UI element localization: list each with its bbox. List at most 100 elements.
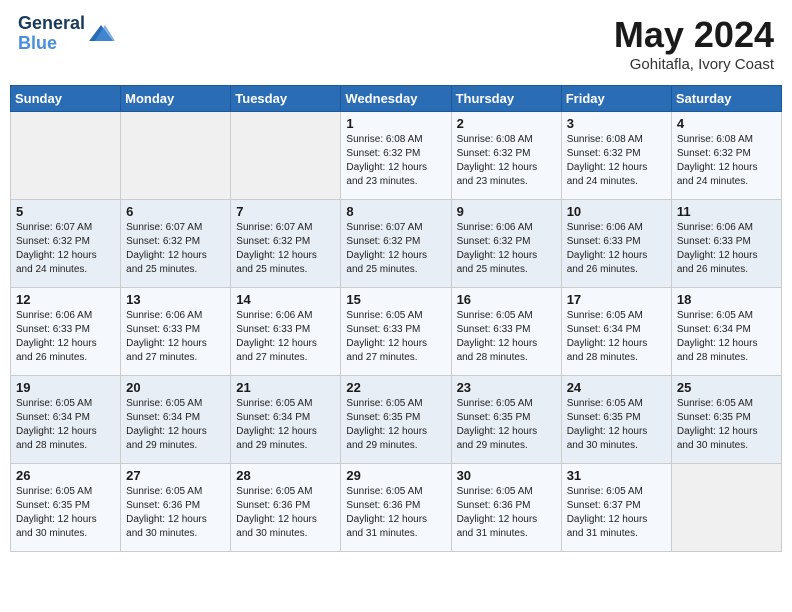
logo-icon (87, 23, 115, 45)
day-info: Sunrise: 6:06 AM Sunset: 6:33 PM Dayligh… (126, 309, 225, 365)
day-info: Sunrise: 6:06 AM Sunset: 6:33 PM Dayligh… (677, 221, 776, 277)
day-info: Sunrise: 6:07 AM Sunset: 6:32 PM Dayligh… (126, 221, 225, 277)
day-number: 7 (236, 204, 335, 219)
day-number: 3 (567, 116, 666, 131)
day-number: 6 (126, 204, 225, 219)
day-info: Sunrise: 6:06 AM Sunset: 6:32 PM Dayligh… (457, 221, 556, 277)
day-info: Sunrise: 6:05 AM Sunset: 6:34 PM Dayligh… (567, 309, 666, 365)
calendar-cell (231, 112, 341, 200)
day-info: Sunrise: 6:05 AM Sunset: 6:35 PM Dayligh… (567, 397, 666, 453)
page-header: GeneralBlue May 2024 Gohitafla, Ivory Co… (10, 10, 782, 77)
calendar-cell: 15Sunrise: 6:05 AM Sunset: 6:33 PM Dayli… (341, 288, 451, 376)
day-number: 26 (16, 468, 115, 483)
day-number: 1 (346, 116, 445, 131)
day-number: 29 (346, 468, 445, 483)
calendar-cell (11, 112, 121, 200)
weekday-header-thursday: Thursday (451, 86, 561, 112)
day-number: 25 (677, 380, 776, 395)
title-block: May 2024 Gohitafla, Ivory Coast (614, 14, 774, 73)
day-number: 22 (346, 380, 445, 395)
weekday-header-wednesday: Wednesday (341, 86, 451, 112)
day-info: Sunrise: 6:05 AM Sunset: 6:35 PM Dayligh… (457, 397, 556, 453)
day-number: 20 (126, 380, 225, 395)
calendar-cell: 30 Sunrise: 6:05 AM Sunset: 6:36 PM Dayli… (451, 464, 561, 552)
calendar-cell: 16 Sunrise: 6:05 AM Sunset: 6:33 PM Dayli… (451, 288, 561, 376)
week-row-5: 26Sunrise: 6:05 AM Sunset: 6:35 PM Dayli… (11, 464, 782, 552)
calendar-cell: 31 Sunrise: 6:05 AM Sunset: 6:37 PM Dayli… (561, 464, 671, 552)
day-info: Sunrise: 6:05 AM Sunset: 6:34 PM Dayligh… (236, 397, 335, 453)
day-number: 13 (126, 292, 225, 307)
calendar-cell: 6 Sunrise: 6:07 AM Sunset: 6:32 PM Daylig… (121, 200, 231, 288)
day-number: 14 (236, 292, 335, 307)
calendar-cell: 19Sunrise: 6:05 AM Sunset: 6:34 PM Dayli… (11, 376, 121, 464)
day-info: Sunrise: 6:08 AM Sunset: 6:32 PM Dayligh… (457, 133, 556, 189)
calendar-cell: 27 Sunrise: 6:05 AM Sunset: 6:36 PM Dayli… (121, 464, 231, 552)
weekday-row: SundayMondayTuesdayWednesdayThursdayFrid… (11, 86, 782, 112)
day-info: Sunrise: 6:06 AM Sunset: 6:33 PM Dayligh… (16, 309, 115, 365)
day-number: 10 (567, 204, 666, 219)
calendar-cell: 1 Sunrise: 6:08 AM Sunset: 6:32 PM Daylig… (341, 112, 451, 200)
weekday-header-friday: Friday (561, 86, 671, 112)
location: Gohitafla, Ivory Coast (614, 56, 774, 73)
day-number: 12 (16, 292, 115, 307)
calendar-header: SundayMondayTuesdayWednesdayThursdayFrid… (11, 86, 782, 112)
calendar-cell: 22 Sunrise: 6:05 AM Sunset: 6:35 PM Dayli… (341, 376, 451, 464)
calendar-cell (121, 112, 231, 200)
logo-text: GeneralBlue (18, 14, 85, 54)
calendar-cell: 25 Sunrise: 6:05 AM Sunset: 6:35 PM Dayli… (671, 376, 781, 464)
day-number: 27 (126, 468, 225, 483)
weekday-header-sunday: Sunday (11, 86, 121, 112)
calendar-cell: 28 Sunrise: 6:05 AM Sunset: 6:36 PM Dayli… (231, 464, 341, 552)
day-number: 2 (457, 116, 556, 131)
calendar-cell: 10 Sunrise: 6:06 AM Sunset: 6:33 PM Dayli… (561, 200, 671, 288)
weekday-header-saturday: Saturday (671, 86, 781, 112)
day-number: 21 (236, 380, 335, 395)
day-number: 11 (677, 204, 776, 219)
day-info: Sunrise: 6:05 AM Sunset: 6:35 PM Dayligh… (346, 397, 445, 453)
calendar-table: SundayMondayTuesdayWednesdayThursdayFrid… (10, 85, 782, 552)
day-info: Sunrise: 6:05 AM Sunset: 6:37 PM Dayligh… (567, 485, 666, 541)
day-number: 31 (567, 468, 666, 483)
day-number: 16 (457, 292, 556, 307)
logo: GeneralBlue (18, 14, 115, 54)
calendar-cell: 4Sunrise: 6:08 AM Sunset: 6:32 PM Daylig… (671, 112, 781, 200)
calendar-cell: 26Sunrise: 6:05 AM Sunset: 6:35 PM Dayli… (11, 464, 121, 552)
calendar-cell: 29 Sunrise: 6:05 AM Sunset: 6:36 PM Dayli… (341, 464, 451, 552)
day-info: Sunrise: 6:08 AM Sunset: 6:32 PM Dayligh… (346, 133, 445, 189)
day-number: 19 (16, 380, 115, 395)
month-title: May 2024 (614, 14, 774, 56)
calendar-cell: 9 Sunrise: 6:06 AM Sunset: 6:32 PM Daylig… (451, 200, 561, 288)
calendar-cell: 23 Sunrise: 6:05 AM Sunset: 6:35 PM Dayli… (451, 376, 561, 464)
day-info: Sunrise: 6:06 AM Sunset: 6:33 PM Dayligh… (567, 221, 666, 277)
day-info: Sunrise: 6:05 AM Sunset: 6:33 PM Dayligh… (346, 309, 445, 365)
day-number: 28 (236, 468, 335, 483)
day-number: 30 (457, 468, 556, 483)
week-row-1: 1 Sunrise: 6:08 AM Sunset: 6:32 PM Daylig… (11, 112, 782, 200)
calendar-cell: 12 Sunrise: 6:06 AM Sunset: 6:33 PM Dayli… (11, 288, 121, 376)
day-info: Sunrise: 6:05 AM Sunset: 6:36 PM Dayligh… (457, 485, 556, 541)
week-row-3: 12 Sunrise: 6:06 AM Sunset: 6:33 PM Dayli… (11, 288, 782, 376)
calendar-cell: 21 Sunrise: 6:05 AM Sunset: 6:34 PM Dayli… (231, 376, 341, 464)
day-info: Sunrise: 6:05 AM Sunset: 6:36 PM Dayligh… (346, 485, 445, 541)
day-number: 8 (346, 204, 445, 219)
day-number: 9 (457, 204, 556, 219)
calendar-cell: 13 Sunrise: 6:06 AM Sunset: 6:33 PM Dayli… (121, 288, 231, 376)
day-info: Sunrise: 6:08 AM Sunset: 6:32 PM Dayligh… (567, 133, 666, 189)
day-info: Sunrise: 6:05 AM Sunset: 6:35 PM Dayligh… (677, 397, 776, 453)
calendar-cell: 24Sunrise: 6:05 AM Sunset: 6:35 PM Dayli… (561, 376, 671, 464)
calendar-cell: 20Sunrise: 6:05 AM Sunset: 6:34 PM Dayli… (121, 376, 231, 464)
calendar-cell: 17Sunrise: 6:05 AM Sunset: 6:34 PM Dayli… (561, 288, 671, 376)
day-info: Sunrise: 6:05 AM Sunset: 6:33 PM Dayligh… (457, 309, 556, 365)
calendar-cell: 7Sunrise: 6:07 AM Sunset: 6:32 PM Daylig… (231, 200, 341, 288)
calendar-cell: 11 Sunrise: 6:06 AM Sunset: 6:33 PM Dayli… (671, 200, 781, 288)
day-number: 23 (457, 380, 556, 395)
day-info: Sunrise: 6:05 AM Sunset: 6:36 PM Dayligh… (126, 485, 225, 541)
calendar-cell: 3 Sunrise: 6:08 AM Sunset: 6:32 PM Daylig… (561, 112, 671, 200)
calendar-cell: 18Sunrise: 6:05 AM Sunset: 6:34 PM Dayli… (671, 288, 781, 376)
day-info: Sunrise: 6:05 AM Sunset: 6:36 PM Dayligh… (236, 485, 335, 541)
weekday-header-monday: Monday (121, 86, 231, 112)
calendar-body: 1 Sunrise: 6:08 AM Sunset: 6:32 PM Daylig… (11, 112, 782, 552)
calendar-cell (671, 464, 781, 552)
day-info: Sunrise: 6:07 AM Sunset: 6:32 PM Dayligh… (346, 221, 445, 277)
calendar-cell: 5Sunrise: 6:07 AM Sunset: 6:32 PM Daylig… (11, 200, 121, 288)
